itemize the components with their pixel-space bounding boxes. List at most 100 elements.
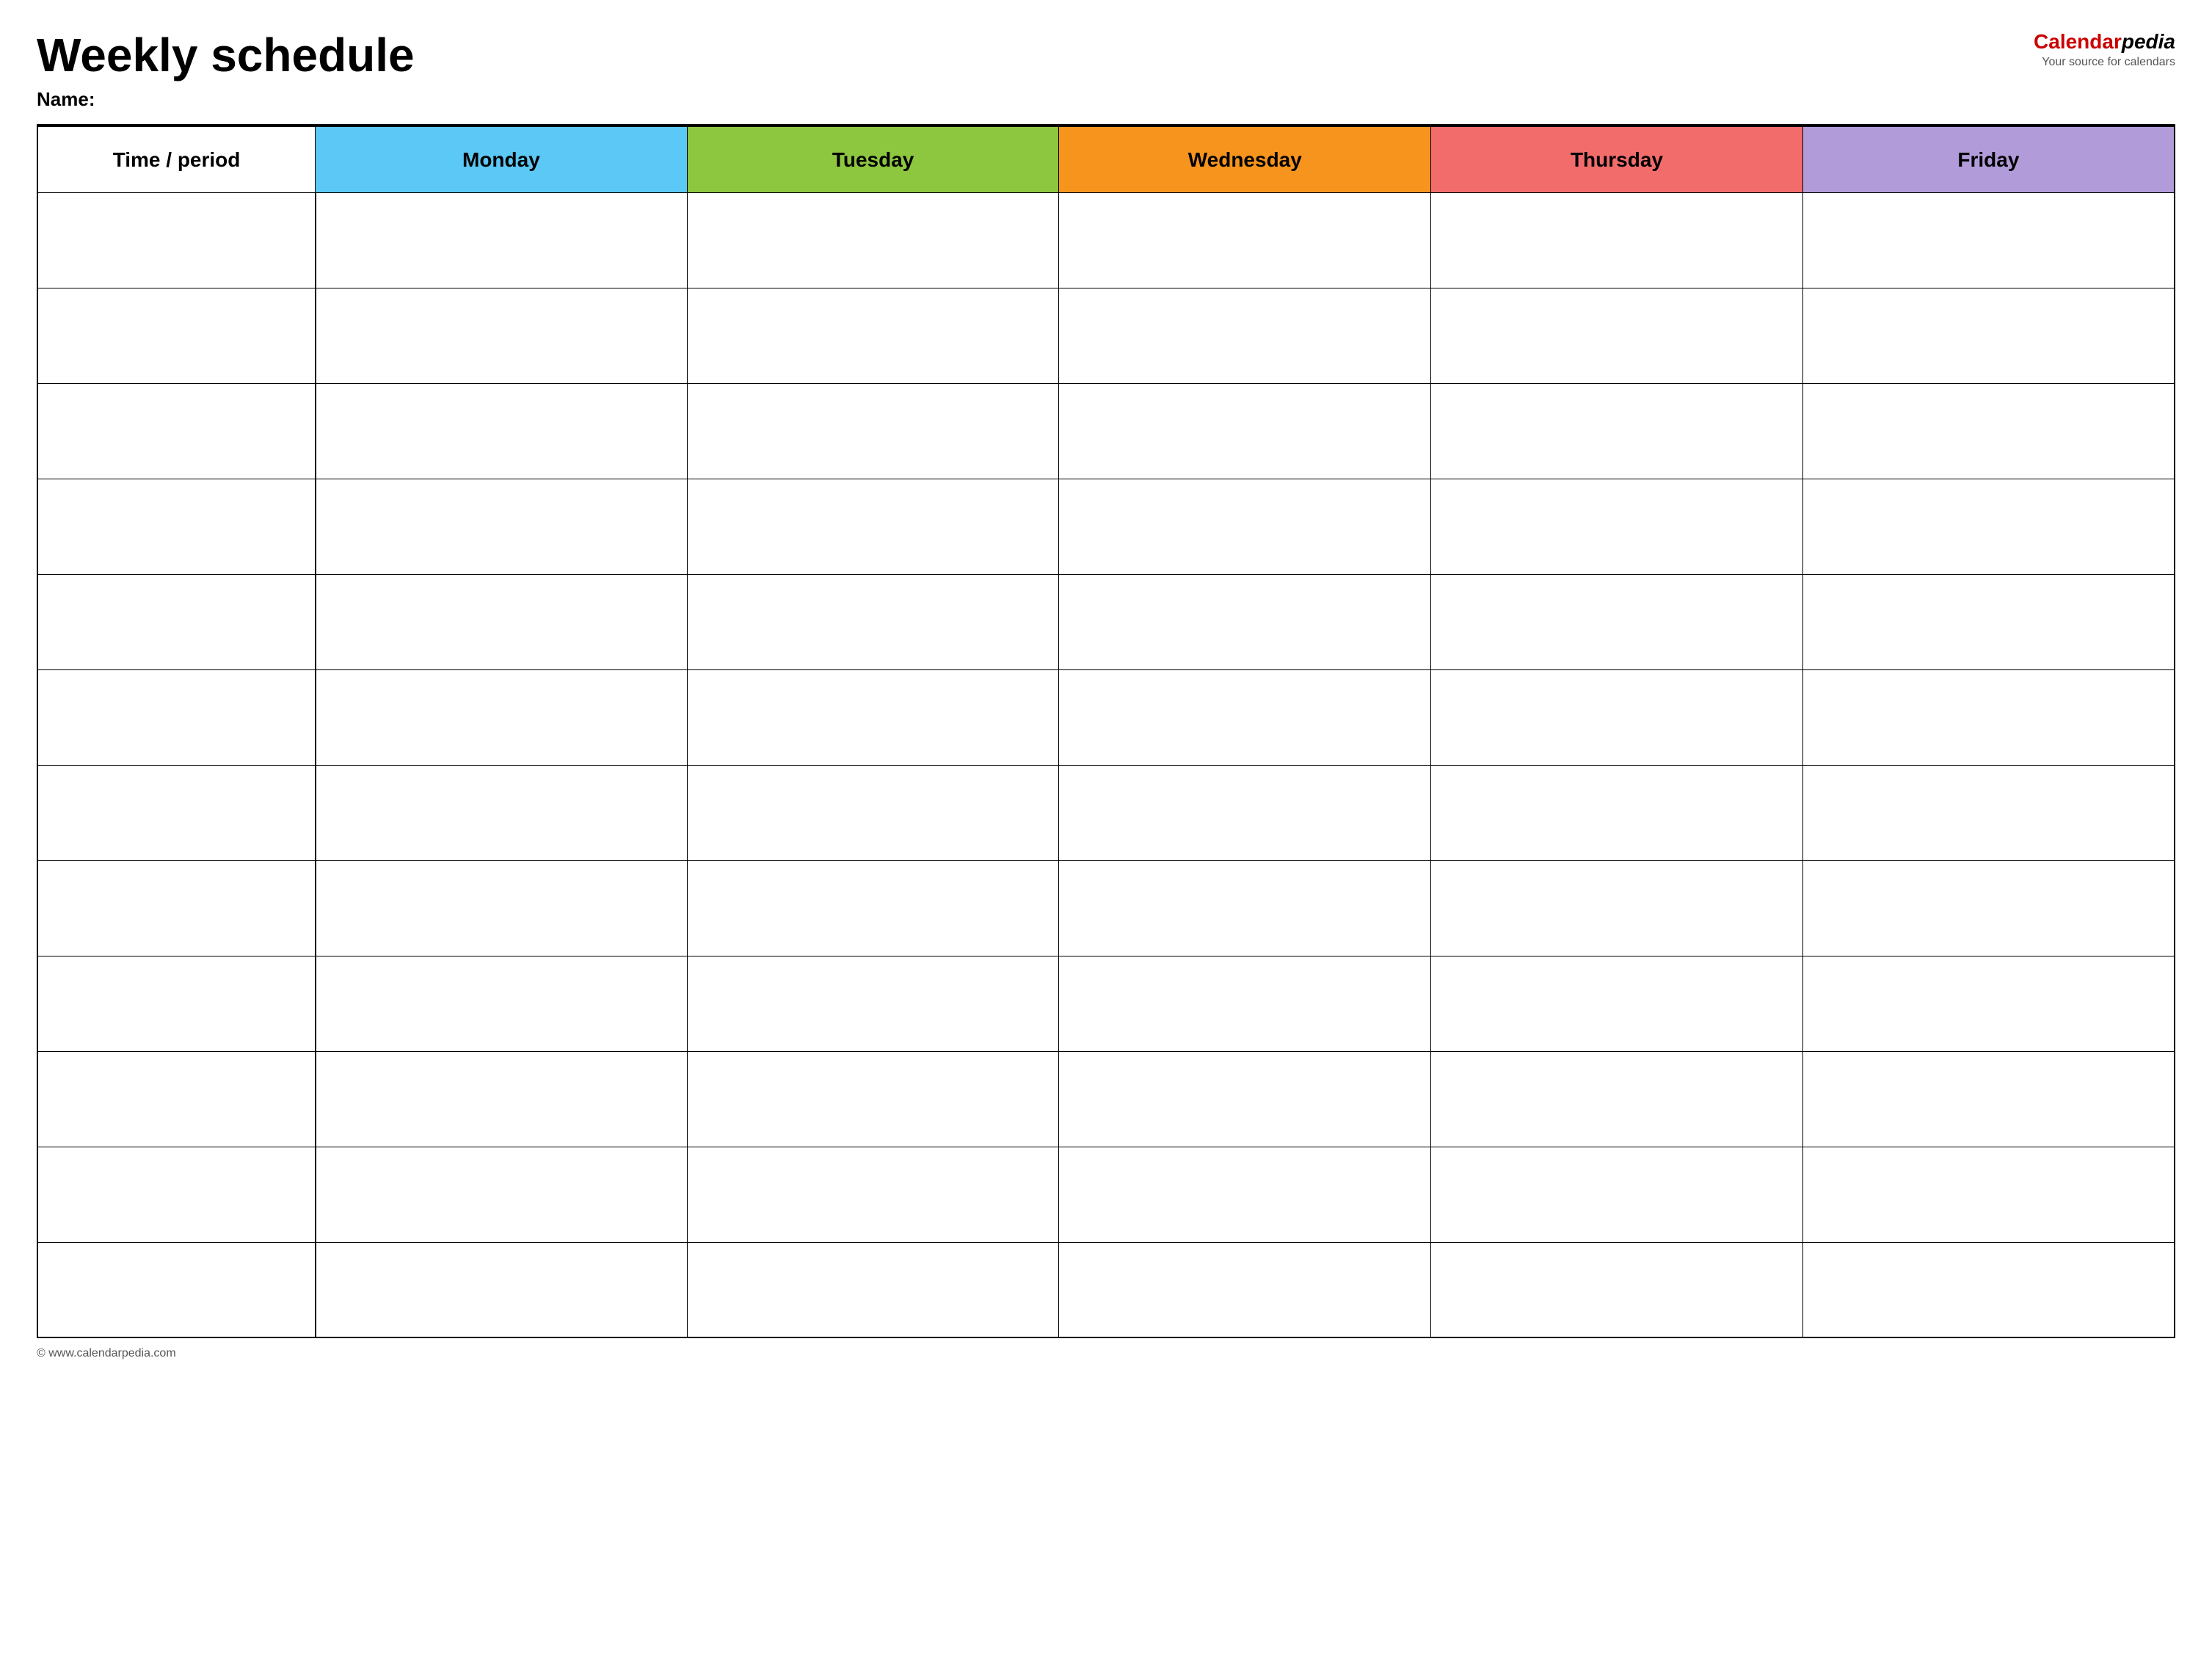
schedule-cell[interactable] <box>1802 765 2175 860</box>
schedule-cell[interactable] <box>1059 192 1431 288</box>
schedule-cell[interactable] <box>1431 956 1803 1051</box>
schedule-cell[interactable] <box>687 1147 1059 1242</box>
schedule-cell[interactable] <box>687 1051 1059 1147</box>
time-cell[interactable] <box>37 1242 316 1337</box>
schedule-cell[interactable] <box>316 383 688 479</box>
col-header-monday: Monday <box>316 126 688 192</box>
schedule-cell[interactable] <box>316 192 688 288</box>
time-cell[interactable] <box>37 765 316 860</box>
time-cell[interactable] <box>37 288 316 383</box>
name-label: Name: <box>37 88 415 111</box>
footer-url: © www.calendarpedia.com <box>37 1347 176 1359</box>
schedule-cell[interactable] <box>316 1051 688 1147</box>
logo-calendar: Calendar <box>2034 30 2122 53</box>
time-cell[interactable] <box>37 1147 316 1242</box>
schedule-cell[interactable] <box>1802 860 2175 956</box>
schedule-cell[interactable] <box>687 574 1059 669</box>
schedule-cell[interactable] <box>316 288 688 383</box>
schedule-cell[interactable] <box>687 479 1059 574</box>
header: Weekly schedule Name: Calendarpedia Your… <box>37 29 2175 111</box>
schedule-cell[interactable] <box>1059 479 1431 574</box>
schedule-cell[interactable] <box>1431 288 1803 383</box>
schedule-cell[interactable] <box>316 1242 688 1337</box>
schedule-cell[interactable] <box>1059 288 1431 383</box>
time-cell[interactable] <box>37 1051 316 1147</box>
schedule-cell[interactable] <box>1059 383 1431 479</box>
table-row <box>37 956 2175 1051</box>
table-row <box>37 765 2175 860</box>
title-section: Weekly schedule Name: <box>37 29 415 111</box>
schedule-cell[interactable] <box>1059 574 1431 669</box>
table-row <box>37 1242 2175 1337</box>
table-header-row: Time / period Monday Tuesday Wednesday T… <box>37 126 2175 192</box>
col-header-friday: Friday <box>1802 126 2175 192</box>
table-row <box>37 192 2175 288</box>
schedule-cell[interactable] <box>1802 1147 2175 1242</box>
table-row <box>37 383 2175 479</box>
schedule-cell[interactable] <box>687 860 1059 956</box>
table-row <box>37 479 2175 574</box>
schedule-cell[interactable] <box>687 383 1059 479</box>
col-header-time: Time / period <box>37 126 316 192</box>
schedule-cell[interactable] <box>1802 383 2175 479</box>
col-header-thursday: Thursday <box>1431 126 1803 192</box>
schedule-cell[interactable] <box>1431 1242 1803 1337</box>
time-cell[interactable] <box>37 860 316 956</box>
schedule-cell[interactable] <box>1802 288 2175 383</box>
time-cell[interactable] <box>37 669 316 765</box>
schedule-cell[interactable] <box>1802 1242 2175 1337</box>
schedule-cell[interactable] <box>687 956 1059 1051</box>
time-cell[interactable] <box>37 574 316 669</box>
schedule-cell[interactable] <box>1802 574 2175 669</box>
schedule-cell[interactable] <box>1431 1051 1803 1147</box>
schedule-cell[interactable] <box>1431 574 1803 669</box>
schedule-cell[interactable] <box>1059 1242 1431 1337</box>
schedule-cell[interactable] <box>687 192 1059 288</box>
schedule-cell[interactable] <box>1059 956 1431 1051</box>
logo-pedia: pedia <box>2122 30 2175 53</box>
table-row <box>37 860 2175 956</box>
schedule-cell[interactable] <box>1431 383 1803 479</box>
schedule-cell[interactable] <box>1802 1051 2175 1147</box>
schedule-cell[interactable] <box>1059 669 1431 765</box>
schedule-cell[interactable] <box>316 1147 688 1242</box>
schedule-cell[interactable] <box>316 574 688 669</box>
schedule-cell[interactable] <box>1431 765 1803 860</box>
schedule-cell[interactable] <box>316 860 688 956</box>
schedule-cell[interactable] <box>687 288 1059 383</box>
time-cell[interactable] <box>37 479 316 574</box>
schedule-cell[interactable] <box>687 1242 1059 1337</box>
time-cell[interactable] <box>37 383 316 479</box>
schedule-cell[interactable] <box>316 956 688 1051</box>
schedule-cell[interactable] <box>1059 1147 1431 1242</box>
schedule-cell[interactable] <box>1802 479 2175 574</box>
schedule-cell[interactable] <box>1802 956 2175 1051</box>
schedule-cell[interactable] <box>1431 860 1803 956</box>
schedule-cell[interactable] <box>1059 860 1431 956</box>
logo-text: Calendarpedia <box>2034 29 2175 54</box>
schedule-cell[interactable] <box>316 669 688 765</box>
table-body <box>37 192 2175 1337</box>
time-cell[interactable] <box>37 956 316 1051</box>
schedule-cell[interactable] <box>1431 192 1803 288</box>
schedule-cell[interactable] <box>1431 669 1803 765</box>
table-row <box>37 1051 2175 1147</box>
schedule-cell[interactable] <box>687 765 1059 860</box>
schedule-cell[interactable] <box>316 479 688 574</box>
schedule-cell[interactable] <box>687 669 1059 765</box>
table-row <box>37 574 2175 669</box>
logo-subtitle: Your source for calendars <box>2042 56 2175 69</box>
schedule-cell[interactable] <box>1431 479 1803 574</box>
table-row <box>37 288 2175 383</box>
time-cell[interactable] <box>37 192 316 288</box>
col-header-tuesday: Tuesday <box>687 126 1059 192</box>
schedule-cell[interactable] <box>1802 192 2175 288</box>
schedule-cell[interactable] <box>1059 765 1431 860</box>
schedule-cell[interactable] <box>1059 1051 1431 1147</box>
schedule-cell[interactable] <box>1802 669 2175 765</box>
schedule-cell[interactable] <box>1431 1147 1803 1242</box>
schedule-table: Time / period Monday Tuesday Wednesday T… <box>37 126 2175 1338</box>
schedule-cell[interactable] <box>316 765 688 860</box>
footer: © www.calendarpedia.com <box>37 1347 2175 1360</box>
page-title: Weekly schedule <box>37 29 415 81</box>
